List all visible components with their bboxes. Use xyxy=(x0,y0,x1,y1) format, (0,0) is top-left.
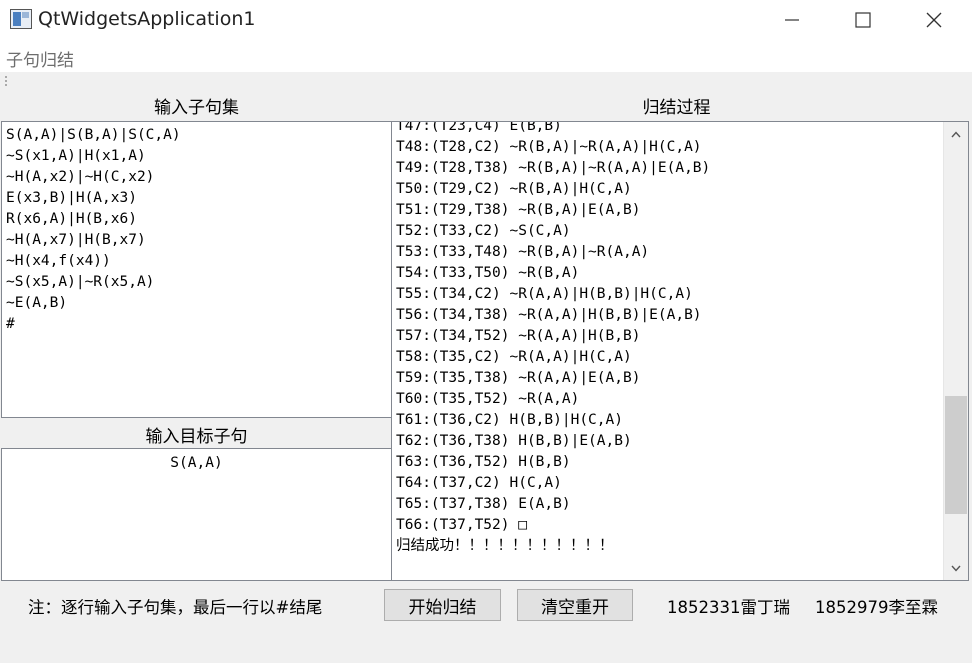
maximize-button[interactable] xyxy=(827,0,899,40)
scroll-thumb[interactable] xyxy=(945,395,967,514)
clause-line: ~E(A,B) xyxy=(6,295,68,311)
process-line: T66:(T37,T52) □ xyxy=(396,517,527,533)
close-button[interactable] xyxy=(898,0,970,40)
process-line: T50:(T29,C2) ~R(B,A)|H(C,A) xyxy=(396,181,632,197)
clause-line: S(A,A)|S(B,A)|S(C,A) xyxy=(6,127,181,143)
goal-clause-label: 输入目标子句 xyxy=(145,427,248,447)
process-line: T54:(T33,T50) ~R(B,A) xyxy=(396,265,580,281)
process-line: T64:(T37,C2) H(C,A) xyxy=(396,475,562,491)
process-line: T52:(T33,C2) ~S(C,A) xyxy=(396,223,571,239)
menu-bar: 子句归结 xyxy=(0,42,972,72)
goal-clause-input[interactable]: S(A,A) xyxy=(1,448,392,581)
process-line: T51:(T29,T38) ~R(B,A)|E(A,B) xyxy=(396,202,641,218)
clause-line: R(x6,A)|H(B,x6) xyxy=(6,211,137,227)
scroll-up-button[interactable] xyxy=(944,123,968,145)
process-line: 归结成功！！！！！！！！！！！ xyxy=(396,538,614,554)
process-line: T49:(T28,T38) ~R(B,A)|~R(A,A)|E(A,B) xyxy=(396,160,711,176)
clause-set-input[interactable]: S(A,A)|S(B,A)|S(C,A) ~S(x1,A)|H(x1,A) ~H(A… xyxy=(1,121,392,418)
window-title: QtWidgetsApplication1 xyxy=(38,8,256,30)
clause-line: ~S(x5,A)|~R(x5,A) xyxy=(6,274,155,290)
clause-line: ~H(x4,f(x4)) xyxy=(6,253,111,269)
scroll-down-button[interactable] xyxy=(944,557,968,579)
process-line: T48:(T28,C2) ~R(B,A)|~R(A,A)|H(C,A) xyxy=(396,139,702,155)
minimize-icon xyxy=(785,19,799,21)
process-line: T53:(T33,T48) ~R(B,A)|~R(A,A) xyxy=(396,244,650,260)
app-icon xyxy=(10,9,32,29)
chevron-down-icon xyxy=(951,565,961,572)
process-line: T55:(T34,C2) ~R(A,A)|H(B,B)|H(C,A) xyxy=(396,286,693,302)
process-lines: T47:(T23,C4) E(B,B) T48:(T28,C2) ~R(B,A)|… xyxy=(396,121,711,557)
process-scrollbar[interactable] xyxy=(943,122,968,580)
clause-line: E(x3,B)|H(A,x3) xyxy=(6,190,137,206)
process-line: T63:(T36,T52) H(B,B) xyxy=(396,454,571,470)
minimize-button[interactable] xyxy=(756,0,828,40)
clause-line: ~H(A,x2)|~H(C,x2) xyxy=(6,169,155,185)
instruction-note: 注：逐行输入子句集，最后一行以#结尾 xyxy=(28,598,323,617)
clause-set-label: 输入子句集 xyxy=(154,98,239,118)
author-credit-1: 1852331雷丁瑞 xyxy=(667,598,790,617)
clause-set-lines: S(A,A)|S(B,A)|S(C,A) ~S(x1,A)|H(x1,A) ~H(A… xyxy=(6,125,181,335)
process-output[interactable]: T47:(T23,C4) E(B,B) T48:(T28,C2) ~R(B,A)|… xyxy=(391,121,969,581)
chevron-up-icon xyxy=(951,130,961,137)
author-credit-2: 1852979李至霖 xyxy=(815,598,938,617)
goal-clause-text: S(A,A) xyxy=(170,455,223,471)
process-line: T60:(T35,T52) ~R(A,A) xyxy=(396,391,580,407)
maximize-icon xyxy=(855,12,871,28)
menu-item-resolution[interactable]: 子句归结 xyxy=(6,46,74,71)
clause-line: # xyxy=(6,316,15,332)
toolbar-grip-icon xyxy=(5,76,9,86)
process-line: T59:(T35,T38) ~R(A,A)|E(A,B) xyxy=(396,370,641,386)
process-line: T47:(T23,C4) E(B,B) xyxy=(396,121,562,134)
title-bar: QtWidgetsApplication1 xyxy=(0,0,972,42)
reset-button[interactable]: 清空重开 xyxy=(517,589,633,621)
close-icon xyxy=(926,12,942,28)
clause-line: ~S(x1,A)|H(x1,A) xyxy=(6,148,146,164)
process-line: T61:(T36,C2) H(B,B)|H(C,A) xyxy=(396,412,623,428)
process-line: T65:(T37,T38) E(A,B) xyxy=(396,496,571,512)
process-line: T62:(T36,T38) H(B,B)|E(A,B) xyxy=(396,433,632,449)
process-label: 归结过程 xyxy=(642,98,711,118)
start-resolution-button[interactable]: 开始归结 xyxy=(384,589,501,621)
process-line: T57:(T34,T52) ~R(A,A)|H(B,B) xyxy=(396,328,641,344)
clause-line: ~H(A,x7)|H(B,x7) xyxy=(6,232,146,248)
process-line: T56:(T34,T38) ~R(A,A)|H(B,B)|E(A,B) xyxy=(396,307,702,323)
process-line: T58:(T35,C2) ~R(A,A)|H(C,A) xyxy=(396,349,632,365)
